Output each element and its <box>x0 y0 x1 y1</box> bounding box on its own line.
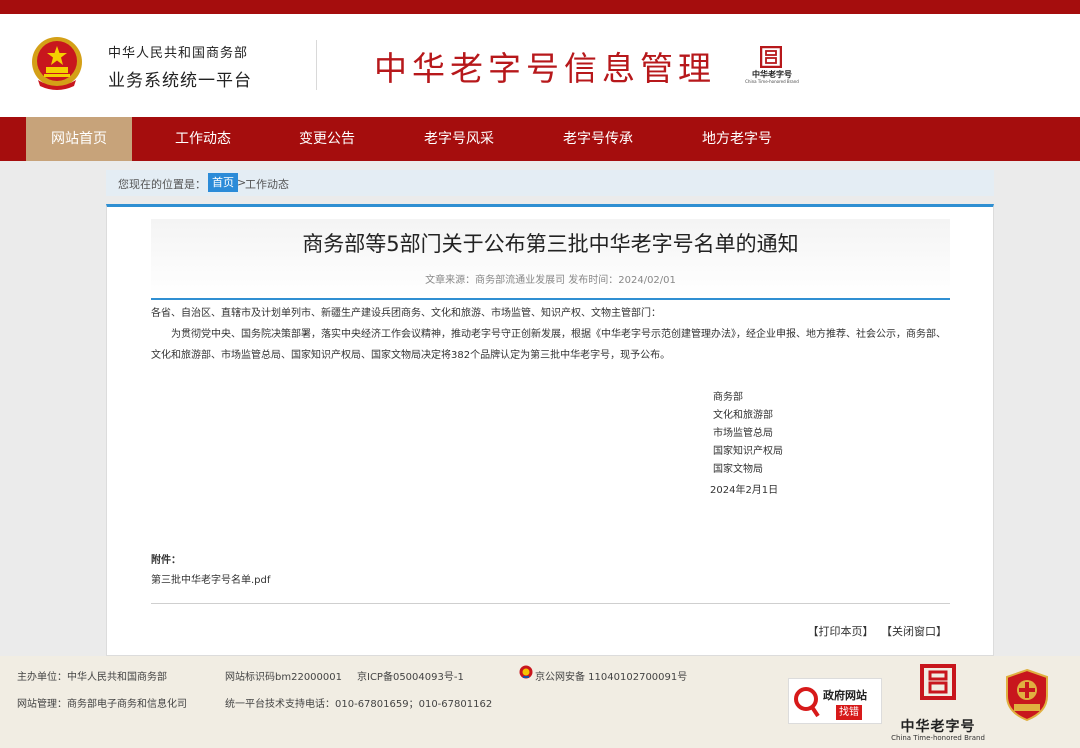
close-window-button[interactable]: 【关闭窗口】 <box>881 625 947 638</box>
brand-seal-icon <box>760 46 782 68</box>
signer-name: 市场监管总局 <box>713 428 773 439</box>
breadcrumb: 您现在的位置是： 首页 > 工作动态 <box>106 170 994 196</box>
nav-item-brand-showcase[interactable]: 老字号风采 <box>406 117 512 161</box>
nav-item-home[interactable]: 网站首页 <box>26 117 132 161</box>
org-name: 中华人民共和国商务部 <box>108 46 249 61</box>
signature-date: 2024年2月1日 <box>710 485 779 496</box>
site-footer: 主办单位：中华人民共和国商务部 网站标识码bm22000001 京ICP备050… <box>0 656 1080 748</box>
article-meta: 文章来源：商务部流通业发展司 发布时间：2024/02/01 <box>425 275 676 286</box>
signer-name: 国家知识产权局 <box>713 446 783 457</box>
gov-site-error-button[interactable]: 政府网站 找错 <box>788 678 882 724</box>
breadcrumb-current-link[interactable]: 工作动态 <box>245 176 289 192</box>
platform-name: 业务系统统一平台 <box>108 71 252 91</box>
site-title: 中华老字号信息管理 <box>374 49 716 88</box>
gov-badge-subtitle: 找错 <box>836 705 862 720</box>
signer-name: 商务部 <box>713 392 743 403</box>
content-divider <box>151 603 950 604</box>
signer-list: 商务部 文化和旅游部 市场监管总局 国家知识产权局 国家文物局 <box>713 389 783 479</box>
article-paragraph: 为贯彻党中央、国务院决策部署，落实中央经济工作会议精神，推动老字号守正创新发展，… <box>151 329 946 361</box>
attachment-label: 附件： <box>151 555 181 566</box>
article-salutation: 各省、自治区、直辖市及计划单列市、新疆生产建设兵团商务、文化和旅游、市场监管、知… <box>151 308 661 319</box>
breadcrumb-label: 您现在的位置是： <box>118 178 206 191</box>
nav-item-brand-heritage[interactable]: 老字号传承 <box>545 117 651 161</box>
gov-badge-title: 政府网站 <box>823 689 867 702</box>
print-button[interactable]: 【打印本页】 <box>808 625 874 638</box>
nav-item-work-news[interactable]: 工作动态 <box>150 117 256 161</box>
signer-name: 国家文物局 <box>713 464 763 475</box>
footer-site-code: 网站标识码bm22000001 <box>225 672 342 683</box>
top-strip <box>0 0 1080 14</box>
brand-logo-en: China Time-honored Brand <box>745 79 799 84</box>
header-divider <box>316 40 317 90</box>
article-panel: 商务部等5部门关于公布第三批中华老字号名单的通知 文章来源：商务部流通业发展司 … <box>106 204 994 656</box>
article-title-box: 商务部等5部门关于公布第三批中华老字号名单的通知 文章来源：商务部流通业发展司 … <box>151 219 950 297</box>
nav-item-change-notices[interactable]: 变更公告 <box>274 117 380 161</box>
party-shield-icon[interactable] <box>1004 668 1050 722</box>
article-body: 各省、自治区、直辖市及计划单列市、新疆生产建设兵团商务、文化和旅游、市场监管、知… <box>151 303 951 366</box>
main-nav: 网站首页 工作动态 变更公告 老字号风采 老字号传承 地方老字号 <box>0 117 1080 161</box>
title-divider <box>151 298 950 300</box>
magnifier-icon <box>794 687 820 718</box>
national-emblem-icon <box>32 37 82 90</box>
attachment-link[interactable]: 第三批中华老字号名单.pdf <box>151 571 270 586</box>
breadcrumb-home-link[interactable]: 首页 <box>208 173 238 192</box>
nav-item-local-brands[interactable]: 地方老字号 <box>684 117 790 161</box>
brand-logo-large: 中华老字号 China Time-honored Brand <box>888 664 988 746</box>
footer-host: 主办单位：中华人民共和国商务部 <box>17 672 167 683</box>
footer-manager: 网站管理：商务部电子商务和信息化司 <box>17 699 187 710</box>
brand-logo-large-cn: 中华老字号 <box>900 719 976 735</box>
site-header: 中华人民共和国商务部 业务系统统一平台 中华老字号信息管理 中华老字号 Chin… <box>0 14 1080 117</box>
article-actions: 【打印本页】 【关闭窗口】 <box>804 623 948 639</box>
brand-logo-large-en: China Time-honored Brand <box>891 734 985 742</box>
footer-icp-link[interactable]: 京ICP备05004093号-1 <box>357 668 464 683</box>
brand-seal-icon <box>920 664 956 700</box>
footer-support: 统一平台技术支持电话：010-67801659；010-67801162 <box>225 699 493 710</box>
brand-logo: 中华老字号 China Time-honored Brand <box>744 46 800 90</box>
police-badge-icon <box>519 665 533 679</box>
footer-police-link[interactable]: 京公网安备 11040102700091号 <box>535 668 687 683</box>
article-title: 商务部等5部门关于公布第三批中华老字号名单的通知 <box>302 232 799 256</box>
signer-name: 文化和旅游部 <box>713 410 773 421</box>
